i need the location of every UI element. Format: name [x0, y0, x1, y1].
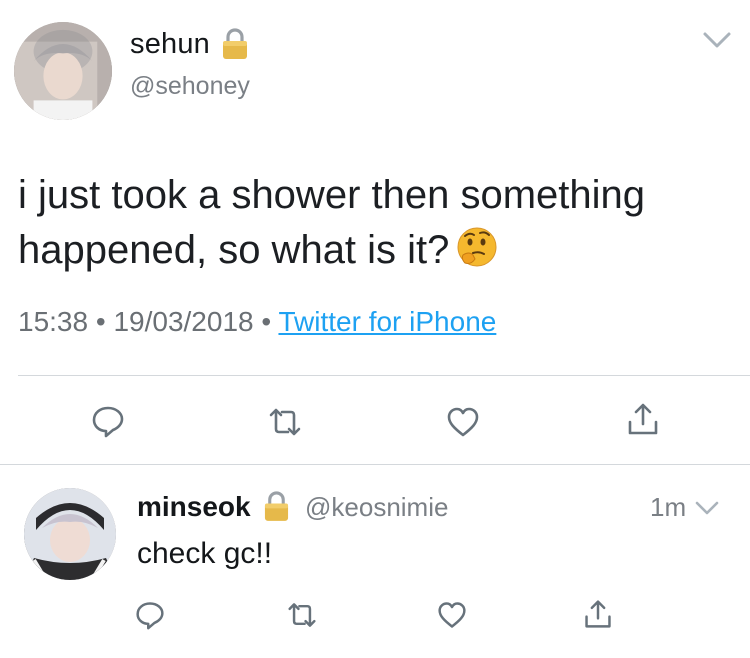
reply-display-name[interactable]: minseok	[137, 491, 251, 523]
retweet-icon[interactable]	[286, 600, 318, 630]
divider	[0, 464, 750, 465]
chevron-down-icon[interactable]	[702, 30, 732, 50]
tweet-source-link[interactable]: Twitter for iPhone	[278, 306, 496, 337]
tweet-meta: 15:38 • 19/03/2018 • Twitter for iPhone	[18, 306, 496, 338]
share-icon[interactable]	[583, 598, 613, 630]
avatar-image	[24, 488, 116, 580]
reply-handle[interactable]: @keosnimie	[305, 492, 448, 523]
meta-separator: •	[95, 306, 106, 337]
avatar[interactable]	[14, 22, 112, 120]
tweet-date: 19/03/2018	[113, 306, 254, 337]
tweet-text-line-2: happened, so what is it?	[18, 223, 738, 278]
reply-text: check gc!!	[137, 537, 273, 570]
lock-icon	[221, 27, 249, 61]
chevron-down-icon[interactable]	[695, 500, 719, 516]
reply-avatar[interactable]	[24, 488, 116, 580]
display-name[interactable]: sehun	[130, 28, 210, 61]
main-tweet: sehun @sehoney i just took a shower then…	[0, 0, 750, 466]
tweet-time: 15:38	[18, 306, 89, 337]
like-icon[interactable]	[446, 405, 480, 439]
user-handle[interactable]: @sehoney	[130, 72, 250, 101]
retweet-icon[interactable]	[268, 405, 302, 439]
avatar-image	[14, 22, 112, 120]
lock-icon	[263, 490, 290, 523]
reply-timestamp: 1m	[650, 492, 687, 522]
like-icon[interactable]	[437, 600, 467, 630]
divider	[18, 375, 750, 376]
tweet-text: i just took a shower then something happ…	[18, 168, 738, 278]
thinking-face-icon	[455, 225, 499, 269]
share-icon[interactable]	[626, 402, 660, 436]
reply-icon[interactable]	[91, 404, 125, 438]
tweet-text-line-2-text: happened, so what is it?	[18, 228, 450, 272]
meta-separator: •	[261, 306, 272, 337]
reply-icon[interactable]	[135, 600, 165, 630]
tweet-text-line-1: i just took a shower then something	[18, 173, 646, 217]
